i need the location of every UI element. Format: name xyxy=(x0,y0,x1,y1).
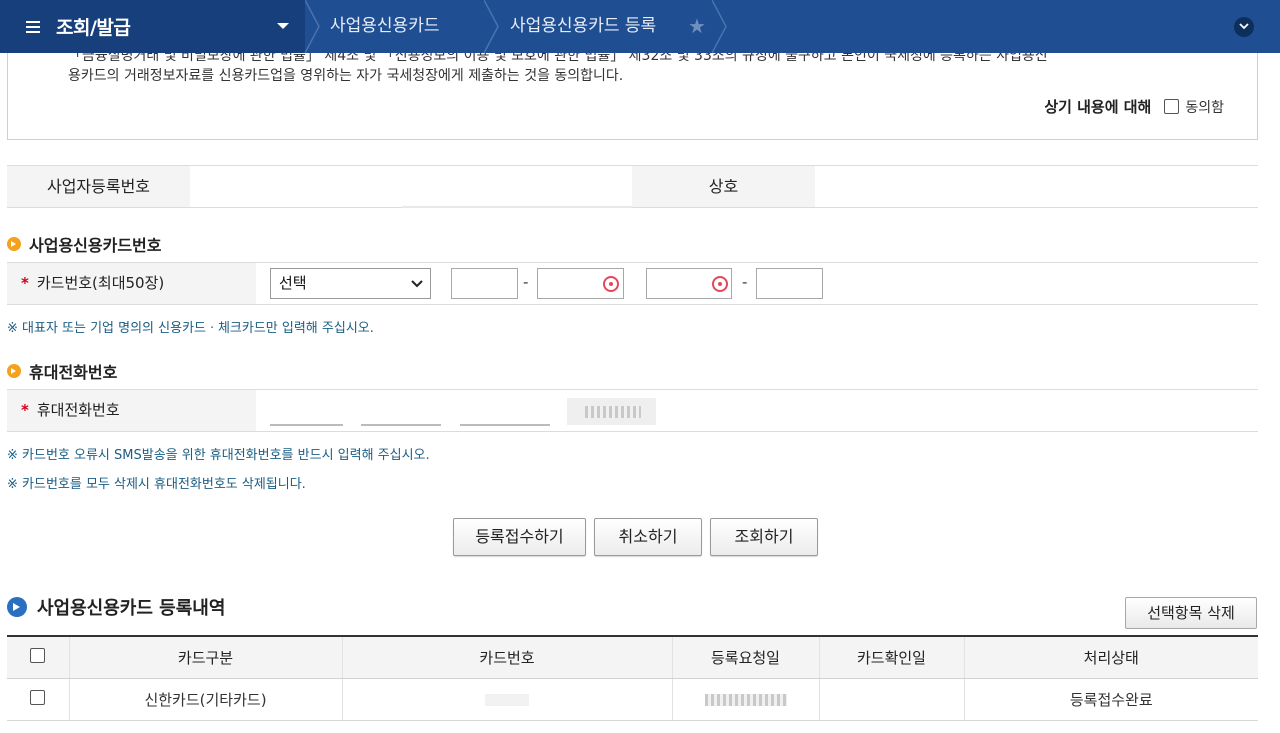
card-number-label-text: 카드번호(최대50장) xyxy=(37,274,164,292)
select-all-checkbox[interactable] xyxy=(30,648,45,663)
phone-number-note-2: ※ 카드번호를 모두 삭제시 휴대전화번호도 삭제됩니다. xyxy=(7,473,306,492)
agreement-consent: 상기 내용에 대해 동의함 xyxy=(1044,96,1224,117)
top-navigation-bar: 조회/발급 사업용신용카드 사업용신용카드 등록 ★ xyxy=(0,0,1280,53)
masked-input-icon xyxy=(603,276,619,292)
card-number-separator: - xyxy=(523,273,528,291)
breadcrumb-separator-icon xyxy=(484,0,504,53)
confirm-date-cell xyxy=(819,678,964,720)
card-number-input-1[interactable] xyxy=(451,268,518,299)
phone-number-note-1: ※ 카드번호 오류시 SMS발송을 위한 휴대전화번호를 반드시 입력해 주십시… xyxy=(7,444,430,463)
select-all-cell xyxy=(7,636,69,678)
request-date-cell xyxy=(672,678,819,720)
column-header-card-type: 카드구분 xyxy=(69,636,342,678)
chevron-down-icon xyxy=(1239,23,1249,30)
agreement-text-line-1: 「금융실명거래 및 비밀보장에 관한 법률」 제4조 및 「신용정보의 이용 및… xyxy=(68,53,1048,65)
card-number-input-4[interactable] xyxy=(756,268,823,299)
caret-down-icon[interactable] xyxy=(277,23,289,29)
hamburger-icon[interactable] xyxy=(26,21,40,33)
menu-title: 조회/발급 xyxy=(56,13,130,40)
business-info-row: 사업자등록번호 상호 xyxy=(7,165,1258,208)
section-bullet-icon xyxy=(7,237,21,251)
register-button[interactable]: 등록접수하기 xyxy=(453,518,586,556)
card-number-label: * 카드번호(최대50장) xyxy=(7,263,256,304)
business-name-label: 상호 xyxy=(632,166,815,207)
chevron-down-icon xyxy=(411,280,423,288)
phone-number-label-text: 휴대전화번호 xyxy=(37,401,120,419)
business-reg-no-value xyxy=(402,206,632,208)
expand-menu-button[interactable] xyxy=(1234,17,1254,37)
breadcrumb-item-card-registration[interactable]: 사업용신용카드 등록 xyxy=(510,0,656,53)
breadcrumb-separator-icon xyxy=(712,0,732,53)
favorite-star-icon[interactable]: ★ xyxy=(688,14,706,38)
row-select-cell xyxy=(7,678,69,720)
phone-number-row: * 휴대전화번호 xyxy=(7,389,1258,432)
table-header-row: 카드구분 카드번호 등록요청일 카드확인일 처리상태 xyxy=(7,636,1258,678)
agreement-text-line-2: 용카드의 거래정보자료를 신용카드업을 영위하는 자가 국세청장에게 제출하는 … xyxy=(68,65,623,85)
card-number-row: * 카드번호(최대50장) 선택 - - xyxy=(7,262,1258,305)
card-no-cell xyxy=(342,678,672,720)
row-checkbox[interactable] xyxy=(30,690,45,705)
card-section-title: 사업용신용카드번호 xyxy=(29,232,161,256)
phone-number-input-3[interactable] xyxy=(460,424,550,426)
masked-phone-value xyxy=(567,398,656,425)
column-header-card-no: 카드번호 xyxy=(342,636,672,678)
section-bullet-icon xyxy=(7,364,21,378)
table-row: 신한카드(기타카드) 등록접수완료 xyxy=(7,678,1258,720)
required-mark-icon: * xyxy=(21,401,29,419)
phone-section-title: 휴대전화번호 xyxy=(29,359,117,383)
section-arrow-icon xyxy=(7,597,27,617)
status-cell: 등록접수완료 xyxy=(964,678,1258,720)
registration-list-heading: 사업용신용카드 등록내역 xyxy=(7,594,225,620)
column-header-request-date: 등록요청일 xyxy=(672,636,819,678)
main-menu-button[interactable]: 조회/발급 xyxy=(0,0,305,53)
required-mark-icon: * xyxy=(21,274,29,292)
cancel-button[interactable]: 취소하기 xyxy=(594,518,702,556)
card-number-note: ※ 대표자 또는 기업 명의의 신용카드ㆍ체크카드만 입력해 주십시오. xyxy=(7,317,374,336)
agree-checkbox-label[interactable]: 동의함 xyxy=(1185,97,1224,117)
agreement-box: 「금융실명거래 및 비밀보장에 관한 법률」 제4조 및 「신용정보의 이용 및… xyxy=(7,53,1258,140)
phone-number-input-1[interactable] xyxy=(270,424,343,426)
card-company-select-value: 선택 xyxy=(279,274,307,292)
column-header-status: 처리상태 xyxy=(964,636,1258,678)
phone-number-input-2[interactable] xyxy=(361,424,441,426)
breadcrumb-separator-icon xyxy=(305,0,325,53)
phone-section-heading: 휴대전화번호 xyxy=(7,359,117,383)
card-company-select[interactable]: 선택 xyxy=(270,268,431,299)
card-type-cell: 신한카드(기타카드) xyxy=(69,678,342,720)
phone-number-label: * 휴대전화번호 xyxy=(7,390,256,431)
card-section-heading: 사업용신용카드번호 xyxy=(7,232,161,256)
delete-selected-button[interactable]: 선택항목 삭제 xyxy=(1125,597,1257,629)
business-reg-no-label: 사업자등록번호 xyxy=(7,166,190,207)
registration-table: 카드구분 카드번호 등록요청일 카드확인일 처리상태 신한카드(기타카드) 등록… xyxy=(7,635,1258,721)
card-number-separator: - xyxy=(742,273,747,291)
masked-input-icon xyxy=(712,276,728,292)
inquiry-button[interactable]: 조회하기 xyxy=(710,518,818,556)
agreement-statement: 상기 내용에 대해 xyxy=(1044,96,1151,117)
column-header-confirm-date: 카드확인일 xyxy=(819,636,964,678)
breadcrumb-item-business-card[interactable]: 사업용신용카드 xyxy=(330,0,439,53)
registration-list-title: 사업용신용카드 등록내역 xyxy=(37,594,225,620)
agree-checkbox[interactable] xyxy=(1164,99,1179,114)
